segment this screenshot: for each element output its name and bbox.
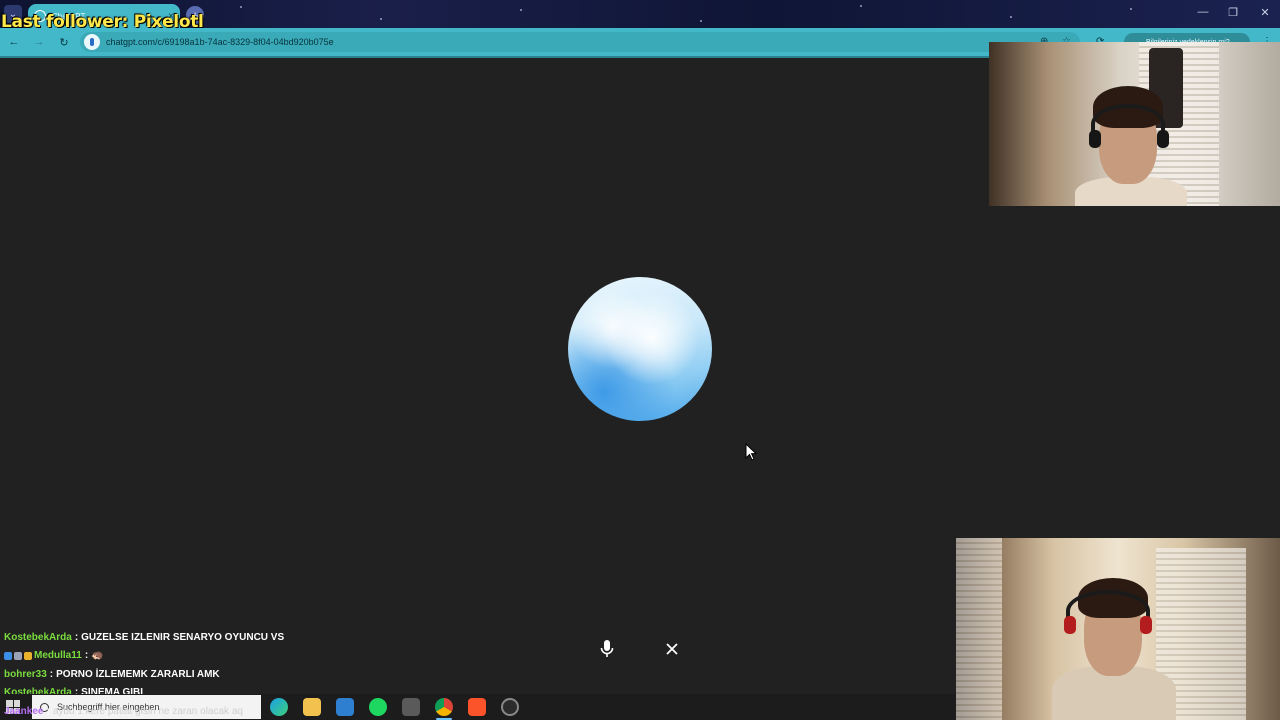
- forward-arrow-icon[interactable]: →: [28, 36, 50, 48]
- calculator-icon[interactable]: [402, 698, 420, 716]
- chat-separator: :: [49, 668, 54, 680]
- background-star: [1010, 16, 1012, 18]
- chat-message: Medulla11 : 🦔: [4, 647, 424, 666]
- chat-username: Medulla11: [34, 650, 82, 662]
- voice-orb: [568, 277, 712, 421]
- sub-gift-badge-icon: [14, 651, 22, 660]
- brave-icon[interactable]: [468, 698, 486, 716]
- mouse-cursor-icon: [745, 443, 757, 461]
- chat-separator: :: [74, 631, 79, 643]
- url-text: chatgpt.com/c/69198a1b-74ac-8329-8f04-04…: [106, 37, 334, 47]
- chat-username: bohrer33: [4, 668, 47, 680]
- edge-icon[interactable]: [270, 698, 288, 716]
- background-star: [1130, 8, 1132, 10]
- restore-button[interactable]: ❐: [1218, 6, 1248, 19]
- crown-badge-icon: [24, 651, 32, 660]
- microphone-button[interactable]: [591, 633, 623, 665]
- window-blind: [956, 538, 1002, 720]
- chat-text: 🦔: [91, 650, 104, 662]
- background-star: [860, 5, 862, 7]
- chat-username: KostebekArda: [4, 631, 72, 643]
- mail-icon[interactable]: [336, 698, 354, 716]
- reload-icon[interactable]: ↻: [53, 36, 75, 49]
- headset-earcup: [1140, 616, 1152, 634]
- background-star: [700, 20, 702, 22]
- end-voice-button[interactable]: [656, 633, 688, 665]
- headset-earcup: [1089, 130, 1101, 148]
- obs-icon[interactable]: [501, 698, 519, 716]
- headset-earcup: [1064, 616, 1076, 634]
- chat-message: Jaankee : aybu 1 kere patlat gisin ne za…: [4, 702, 243, 720]
- webcam-overlay-top: [989, 42, 1280, 206]
- chat-message: KostebekArda : GUZELSE IZLENIR SENARYO O…: [4, 628, 424, 647]
- background-star: [240, 6, 242, 8]
- webcam-overlay-bottom: [956, 538, 1280, 720]
- minimize-button[interactable]: —: [1188, 6, 1218, 18]
- site-info-icon[interactable]: [84, 34, 100, 50]
- address-bar[interactable]: chatgpt.com/c/69198a1b-74ac-8329-8f04-04…: [80, 32, 1080, 52]
- background-star: [380, 18, 382, 20]
- headset: [1066, 590, 1150, 632]
- chat-text: aybu 1 kere patlat gisin ne zaran olacak…: [52, 705, 243, 717]
- chat-message: bohrer33 : PORNO İZLEMEMK ZARARLI AMK: [4, 665, 424, 684]
- file-explorer-icon[interactable]: [303, 698, 321, 716]
- subscriber-badge-icon: [4, 651, 12, 660]
- chrome-icon[interactable]: [435, 698, 453, 716]
- spotify-icon[interactable]: [369, 698, 387, 716]
- stream-chat-overlay: KostebekArda : GUZELSE IZLENIR SENARYO O…: [4, 628, 424, 702]
- headset-earcup: [1157, 130, 1169, 148]
- background-star: [520, 9, 522, 11]
- microphone-icon: [600, 640, 614, 657]
- chat-separator: :: [46, 705, 50, 717]
- chat-username: Jaankee: [4, 705, 44, 717]
- close-icon: [666, 643, 678, 655]
- chat-text: PORNO İZLEMEMK ZARARLI AMK: [56, 668, 220, 680]
- window-close-button[interactable]: ✕: [1250, 6, 1280, 19]
- chat-separator: :: [84, 650, 89, 662]
- back-arrow-icon[interactable]: ←: [3, 36, 25, 48]
- headset: [1091, 104, 1165, 144]
- chat-text: GUZELSE IZLENIR SENARYO OYUNCU VS: [81, 631, 285, 643]
